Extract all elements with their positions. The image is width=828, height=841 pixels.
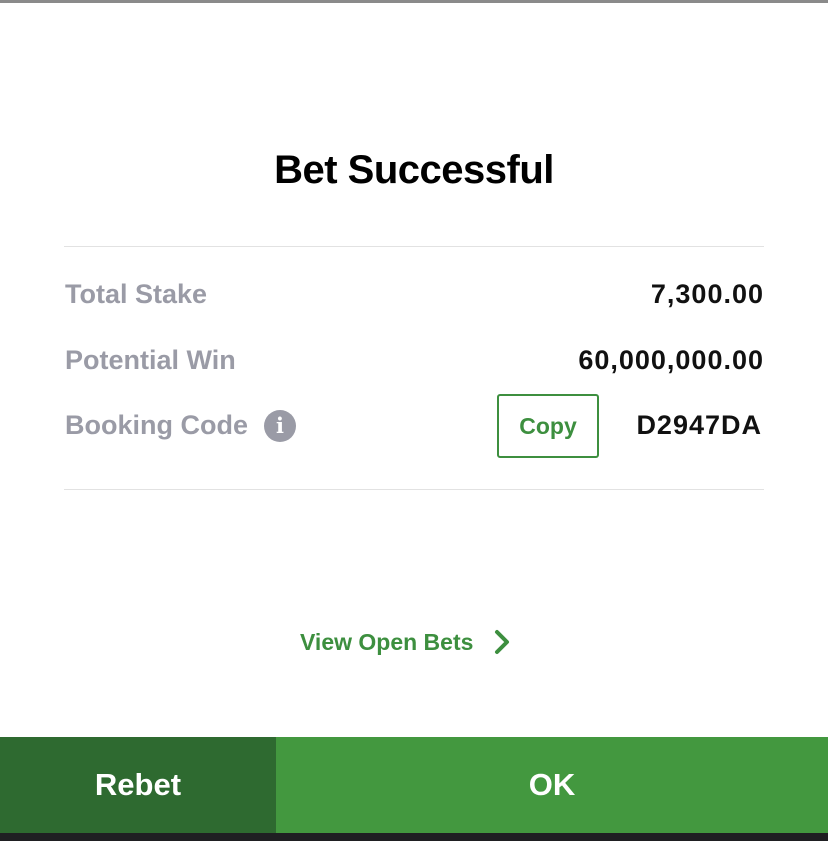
divider-top [64, 246, 764, 247]
total-stake-label: Total Stake [65, 279, 208, 309]
view-open-bets-link[interactable]: View Open Bets [300, 626, 511, 658]
chevron-right-icon [493, 629, 511, 655]
rebet-button[interactable]: Rebet [0, 737, 276, 833]
dialog-title: Bet Successful [274, 148, 554, 192]
booking-code-label: Booking Code [65, 410, 248, 440]
total-stake-value: 7,300.00 [650, 279, 764, 309]
view-open-bets-label: View Open Bets [300, 628, 474, 655]
potential-win-value: 60,000,000.00 [578, 345, 764, 375]
divider-bottom [64, 489, 764, 490]
copy-button[interactable]: Copy [497, 394, 599, 458]
booking-code-value: D2947DA [636, 410, 762, 440]
ok-button[interactable]: OK [276, 737, 828, 833]
potential-win-label: Potential Win [65, 345, 236, 375]
bottom-bar [0, 833, 828, 841]
info-icon[interactable]: i [264, 410, 296, 442]
top-border [0, 0, 828, 3]
